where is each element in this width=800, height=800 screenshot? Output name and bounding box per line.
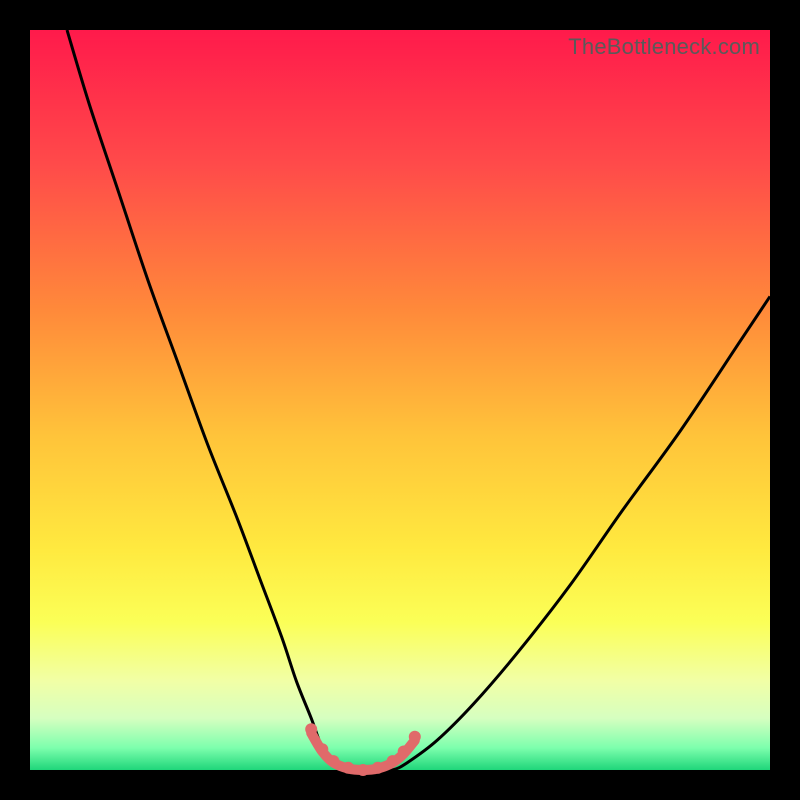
plot-area: TheBottleneck.com <box>30 30 770 770</box>
bottleneck-curve <box>67 30 770 771</box>
valley-dot <box>398 746 410 758</box>
valley-dot <box>316 743 328 755</box>
valley-dot <box>387 755 399 767</box>
valley-dot <box>372 762 384 774</box>
valley-dots <box>305 723 421 776</box>
valley-dot <box>357 764 369 776</box>
valley-dot <box>305 723 317 735</box>
valley-dot <box>409 731 421 743</box>
valley-dot <box>342 762 354 774</box>
chart-stage: TheBottleneck.com <box>0 0 800 800</box>
curve-svg <box>30 30 770 770</box>
valley-dot <box>327 755 339 767</box>
